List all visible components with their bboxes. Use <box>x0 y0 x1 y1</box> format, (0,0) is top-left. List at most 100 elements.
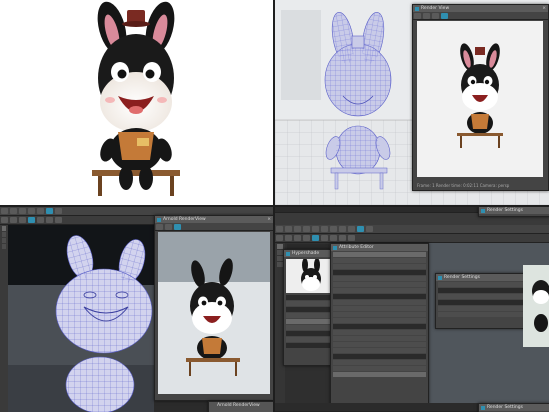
display-button[interactable] <box>441 13 448 19</box>
render-settings-footer-dialog[interactable]: Render Settings <box>478 403 549 412</box>
donkey-character-render <box>92 1 180 196</box>
arnold-render-view-window[interactable]: Arnold RenderView × <box>154 215 273 401</box>
attr-row[interactable] <box>333 312 426 317</box>
attr-section[interactable] <box>333 354 426 359</box>
menu-arnold[interactable] <box>357 226 364 232</box>
attr-row[interactable] <box>333 360 426 365</box>
render-settings-title[interactable]: Render Settings× <box>436 274 534 281</box>
attr-row[interactable] <box>333 288 426 293</box>
render-settings-mini-title[interactable]: Render Settings <box>479 207 549 214</box>
menu-windows[interactable] <box>330 226 337 232</box>
attr-section[interactable] <box>333 270 426 275</box>
menu-help[interactable] <box>55 208 62 214</box>
menu-display[interactable] <box>321 226 328 232</box>
shader-node[interactable] <box>286 325 336 330</box>
shelf-icon-3[interactable] <box>294 235 301 241</box>
menu-create[interactable] <box>294 226 301 232</box>
menu-arnold[interactable] <box>46 208 53 214</box>
render-settings-footer-title[interactable]: Render Settings <box>479 404 549 411</box>
shader-node[interactable] <box>286 313 336 318</box>
settings-row[interactable] <box>438 294 532 299</box>
render-settings-mini-dialog[interactable]: Render Settings <box>478 207 549 217</box>
attr-row[interactable] <box>333 282 426 287</box>
shelf-icon-6[interactable] <box>321 235 328 241</box>
shelf-icon-6[interactable] <box>46 217 53 223</box>
menu-edit[interactable] <box>285 226 292 232</box>
shelf-icon-2[interactable] <box>285 235 292 241</box>
settings-row[interactable] <box>438 306 532 311</box>
menu-file[interactable] <box>276 226 283 232</box>
attr-row[interactable] <box>333 348 426 353</box>
arnold-render-view-title[interactable]: Arnold RenderView × <box>155 216 273 223</box>
select-tool[interactable] <box>2 226 6 231</box>
perspective-viewport[interactable] <box>8 225 154 412</box>
shader-node[interactable] <box>286 331 336 336</box>
attr-row[interactable] <box>333 330 426 335</box>
attr-row[interactable] <box>333 264 426 269</box>
arnold-aov-button[interactable] <box>174 224 181 230</box>
attr-button-row[interactable] <box>333 372 426 377</box>
move-tool[interactable] <box>2 232 6 237</box>
settings-row[interactable] <box>438 312 532 317</box>
wireframe-viewport-panel: Render View × Frame: 1 Render time: 0:02… <box>275 0 549 205</box>
menu-select[interactable] <box>303 226 310 232</box>
attr-row[interactable] <box>333 258 426 263</box>
attr-section[interactable] <box>333 294 426 299</box>
shelf-icon-8[interactable] <box>339 235 346 241</box>
shelf-icon-9[interactable] <box>348 235 355 241</box>
menu-edit[interactable] <box>10 208 17 214</box>
render-view-window[interactable]: Render View × Frame: 1 Render time: 0:02… <box>412 4 549 191</box>
menu-file[interactable] <box>1 208 8 214</box>
shelf-icon-5[interactable] <box>37 217 44 223</box>
ipr-button[interactable] <box>423 13 430 19</box>
shelf-icon-1[interactable] <box>276 235 283 241</box>
close-icon[interactable]: × <box>542 5 546 12</box>
arnold-stop-button[interactable] <box>165 224 172 230</box>
scale-tool[interactable] <box>2 244 6 249</box>
attr-section[interactable] <box>333 324 426 329</box>
snapshot-button[interactable] <box>432 13 439 19</box>
attr-row[interactable] <box>333 342 426 347</box>
shelf-icon-7[interactable] <box>55 217 62 223</box>
render-settings-window[interactable]: Render Settings× <box>435 273 535 329</box>
render-button[interactable] <box>414 13 421 19</box>
attribute-editor-title[interactable]: Attribute Editor <box>331 244 428 251</box>
attr-row[interactable] <box>333 276 426 281</box>
shader-node[interactable] <box>286 307 336 312</box>
settings-row[interactable] <box>438 300 532 305</box>
shelf-icon-3[interactable] <box>19 217 26 223</box>
attr-row[interactable] <box>333 300 426 305</box>
menu-modify[interactable] <box>312 226 319 232</box>
attr-row[interactable] <box>333 366 426 371</box>
shelf-icon-1[interactable] <box>1 217 8 223</box>
shelf-icon-5[interactable] <box>312 235 319 241</box>
settings-row[interactable] <box>438 282 532 287</box>
arnold-render-button[interactable] <box>156 224 163 230</box>
shelf-icon-4[interactable] <box>28 217 35 223</box>
attribute-editor-window[interactable]: Attribute Editor <box>330 243 429 407</box>
attr-row[interactable] <box>333 306 426 311</box>
shader-node-selected[interactable] <box>286 319 336 324</box>
menu-select[interactable] <box>28 208 35 214</box>
settings-row[interactable] <box>438 288 532 293</box>
close-icon[interactable]: × <box>267 216 271 223</box>
shader-node[interactable] <box>286 295 336 300</box>
shelf-icon-2[interactable] <box>10 217 17 223</box>
shader-node[interactable] <box>286 343 336 348</box>
shader-node[interactable] <box>286 301 336 306</box>
rotate-tool[interactable] <box>2 238 6 243</box>
menu-create[interactable] <box>19 208 26 214</box>
shader-node[interactable] <box>286 337 336 342</box>
tool-box <box>0 225 8 412</box>
menu-edit-mesh[interactable] <box>348 226 355 232</box>
attr-tab-row[interactable] <box>333 252 426 257</box>
attr-row[interactable] <box>333 318 426 323</box>
menu-help[interactable] <box>366 226 373 232</box>
menu-modify[interactable] <box>37 208 44 214</box>
attr-row[interactable] <box>333 336 426 341</box>
render-view-title[interactable]: Render View × <box>413 5 548 12</box>
shelf-icon-7[interactable] <box>330 235 337 241</box>
shelf-icon-4[interactable] <box>303 235 310 241</box>
arnold-status-window[interactable]: Arnold RenderView <box>208 401 273 412</box>
menu-mesh[interactable] <box>339 226 346 232</box>
